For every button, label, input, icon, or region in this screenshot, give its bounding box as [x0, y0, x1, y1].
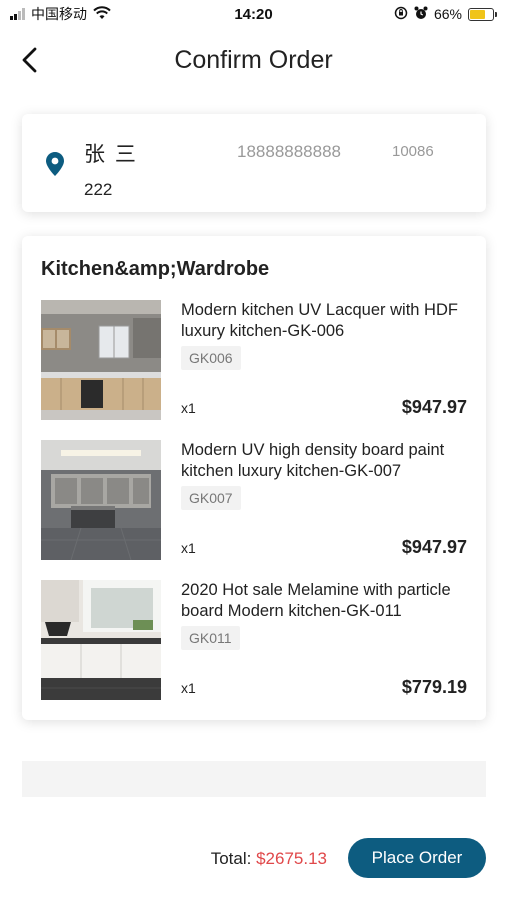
battery-icon	[468, 7, 497, 21]
product-price: $947.97	[401, 537, 467, 557]
product-sku: GK006	[181, 346, 241, 370]
product-quantity: x1	[181, 400, 196, 416]
product-name: Modern kitchen UV Lacquer with HDF luxur…	[181, 301, 458, 340]
category-title: Kitchen&amp;Wardrobe	[41, 258, 270, 280]
address-detail: 222	[84, 180, 113, 199]
total-amount: $2675.13	[256, 849, 327, 868]
product-sku: GK011	[181, 626, 240, 650]
order-mark-field	[22, 761, 486, 797]
nav-bar: Confirm Order	[0, 36, 507, 86]
carrier-label: 中国移动	[31, 6, 87, 22]
recipient-phone: 18888888888	[237, 142, 342, 161]
order-total: Total: $2675.13	[211, 849, 327, 869]
order-mark-input[interactable]	[22, 761, 486, 797]
product-sku: GK007	[181, 486, 241, 510]
product-item[interactable]: 2020 Hot sale Melamine with particle boa…	[41, 580, 467, 700]
product-item[interactable]: Modern kitchen UV Lacquer with HDF luxur…	[41, 300, 467, 420]
bottom-bar: Total: $2675.13 Place Order	[0, 797, 507, 900]
product-image	[41, 300, 161, 420]
wifi-icon	[93, 5, 111, 23]
lock-rotation-icon	[394, 6, 408, 23]
product-image	[41, 440, 161, 560]
status-right: 66%	[394, 6, 497, 23]
signal-icon	[10, 8, 25, 20]
product-name: Modern UV high density board paint kitch…	[181, 441, 445, 480]
status-left: 中国移动	[10, 4, 111, 24]
product-item[interactable]: Modern UV high density board paint kitch…	[41, 440, 467, 560]
battery-percent: 66%	[433, 6, 462, 22]
status-bar: 中国移动 14:20 66%	[0, 0, 507, 28]
product-name: 2020 Hot sale Melamine with particle boa…	[181, 581, 451, 620]
total-label: Total:	[210, 849, 252, 868]
page-title: Confirm Order	[174, 46, 333, 74]
product-price: $779.19	[401, 677, 467, 697]
address-card[interactable]: 张 三 18888888888 10086 222	[22, 114, 486, 212]
recipient-name: 张 三	[84, 143, 138, 166]
product-image	[41, 580, 161, 700]
location-pin-icon	[46, 152, 64, 181]
alarm-icon	[414, 6, 428, 23]
product-quantity: x1	[181, 540, 196, 556]
place-order-button[interactable]: Place Order	[348, 838, 486, 878]
product-price: $947.97	[401, 397, 467, 417]
product-quantity: x1	[181, 680, 196, 696]
postal-code: 10086	[392, 143, 434, 160]
products-card: Kitchen&amp;Wardrobe Modern kitchen UV L…	[22, 236, 486, 720]
